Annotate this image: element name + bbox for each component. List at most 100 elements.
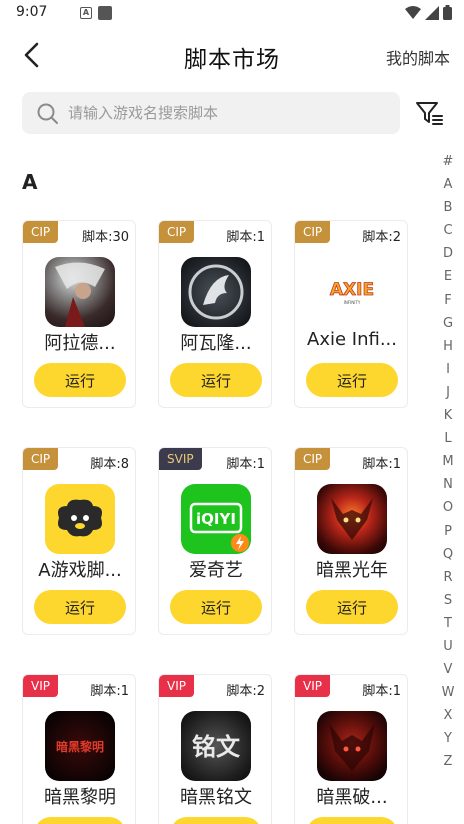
membership-badge: VIP <box>23 675 58 697</box>
script-count: 脚本:2 <box>362 230 401 245</box>
membership-badge: CIP <box>23 448 59 470</box>
run-button[interactable]: 运行 <box>170 817 262 824</box>
sheep-icon <box>45 484 115 554</box>
filter-button[interactable] <box>414 98 444 128</box>
alphabet-index[interactable]: # A B C D E F G H I J K L M N O P Q R S T U V W X Y Z <box>437 150 459 774</box>
alphabet-index-letter[interactable]: T <box>437 612 459 635</box>
game-name: 阿拉德... <box>44 333 116 354</box>
arad-warrior-icon <box>45 257 115 327</box>
section-header-letter: A <box>22 170 38 194</box>
svg-text:INFINITY: INFINITY <box>344 300 361 305</box>
wifi-icon <box>405 5 421 19</box>
axie-logo-icon: AXIE INFINITY <box>317 257 387 327</box>
svg-text:暗黑黎明: 暗黑黎明 <box>56 739 104 754</box>
alphabet-index-letter[interactable]: O <box>437 496 459 519</box>
alphabet-index-letter[interactable]: M <box>437 450 459 473</box>
alphabet-index-letter[interactable]: W <box>437 681 459 704</box>
game-card[interactable]: CIP 脚本:30 阿拉德... 运行 <box>22 220 136 408</box>
game-card[interactable]: SVIP 脚本:1 iQIYI 爱奇艺 运行 <box>158 447 272 635</box>
alphabet-index-letter[interactable]: I <box>437 358 459 381</box>
header: 脚本市场 我的脚本 <box>0 32 464 78</box>
notification-square-icon <box>98 6 112 20</box>
svg-text:AXIE: AXIE <box>330 280 374 300</box>
alphabet-index-letter[interactable]: C <box>437 219 459 242</box>
alphabet-index-letter[interactable]: B <box>437 196 459 219</box>
alphabet-index-letter[interactable]: L <box>437 427 459 450</box>
alphabet-index-letter[interactable]: H <box>437 335 459 358</box>
demon-icon-2 <box>317 711 387 781</box>
filter-icon <box>416 102 443 125</box>
alphabet-index-letter[interactable]: K <box>437 404 459 427</box>
alphabet-index-letter[interactable]: F <box>437 289 459 312</box>
script-count: 脚本:1 <box>226 457 265 472</box>
svg-text:iQIYI: iQIYI <box>196 510 236 528</box>
game-name: 暗黑黎明 <box>44 787 116 808</box>
alphabet-index-letter[interactable]: Z <box>437 750 459 773</box>
alphabet-index-letter[interactable]: Q <box>437 543 459 566</box>
game-card[interactable]: CIP 脚本:1 暗黑光年 运行 <box>294 447 408 635</box>
alphabet-index-letter[interactable]: S <box>437 589 459 612</box>
status-icons <box>405 5 452 20</box>
run-button[interactable]: 运行 <box>34 363 126 397</box>
script-count: 脚本:30 <box>82 230 129 245</box>
script-count: 脚本:1 <box>362 684 401 699</box>
run-button[interactable]: 运行 <box>306 590 398 624</box>
alphabet-index-letter[interactable]: P <box>437 520 459 543</box>
back-button[interactable] <box>18 40 48 70</box>
alphabet-index-letter[interactable]: V <box>437 658 459 681</box>
alphabet-index-letter[interactable]: X <box>437 704 459 727</box>
game-card[interactable]: VIP 脚本:2 铭文 暗黑铭文 运行 <box>158 674 272 824</box>
game-name: 爱奇艺 <box>189 560 243 581</box>
alphabet-index-letter[interactable]: Y <box>437 727 459 750</box>
alphabet-index-letter[interactable]: U <box>437 635 459 658</box>
game-card[interactable]: CIP 脚本:2 AXIE INFINITY Axie Infi... 运行 <box>294 220 408 408</box>
game-card[interactable]: CIP 脚本:1 阿瓦隆... 运行 <box>158 220 272 408</box>
dark-dawn-icon: 暗黑黎明 <box>45 711 115 781</box>
game-name: 暗黑光年 <box>316 560 388 581</box>
avalon-dragon-icon <box>181 257 251 327</box>
game-name: Axie Infi... <box>307 329 397 350</box>
demon-icon <box>317 484 387 554</box>
run-button[interactable]: 运行 <box>170 363 262 397</box>
alphabet-index-letter[interactable]: E <box>437 265 459 288</box>
membership-badge: CIP <box>23 221 59 243</box>
script-count: 脚本:1 <box>90 684 129 699</box>
membership-badge: CIP <box>159 221 195 243</box>
script-count: 脚本:8 <box>90 457 129 472</box>
game-name: A游戏脚... <box>38 560 122 581</box>
status-time: 9:07 <box>16 4 48 20</box>
my-scripts-link[interactable]: 我的脚本 <box>386 45 450 69</box>
run-button[interactable]: 运行 <box>34 817 126 824</box>
membership-badge: CIP <box>295 448 331 470</box>
search-icon <box>36 102 60 130</box>
run-button[interactable]: 运行 <box>34 590 126 624</box>
chevron-left-icon <box>24 42 39 68</box>
script-count: 脚本:1 <box>226 230 265 245</box>
game-card[interactable]: VIP 脚本:1 暗黑黎明 暗黑黎明 运行 <box>22 674 136 824</box>
search-box <box>22 92 400 134</box>
inscription-icon: 铭文 <box>181 711 251 781</box>
alphabet-index-letter[interactable]: G <box>437 312 459 335</box>
game-card[interactable]: VIP 脚本:1 暗黑破... 运行 <box>294 674 408 824</box>
status-bar: 9:07 A <box>0 0 464 26</box>
alphabet-index-letter[interactable]: A <box>437 173 459 196</box>
alphabet-index-letter[interactable]: R <box>437 566 459 589</box>
signal-icon <box>425 5 439 20</box>
run-button[interactable]: 运行 <box>306 363 398 397</box>
alphabet-index-letter[interactable]: N <box>437 473 459 496</box>
notification-a-icon: A <box>80 7 92 19</box>
battery-icon <box>443 5 452 20</box>
run-button[interactable]: 运行 <box>306 817 398 824</box>
search-input[interactable] <box>68 92 388 134</box>
alphabet-index-letter[interactable]: J <box>437 381 459 404</box>
script-count: 脚本:1 <box>362 457 401 472</box>
game-name: 阿瓦隆... <box>180 333 252 354</box>
game-card[interactable]: CIP 脚本:8 A游戏脚... 运行 <box>22 447 136 635</box>
script-count: 脚本:2 <box>226 684 265 699</box>
game-name: 暗黑铭文 <box>180 787 252 808</box>
alphabet-index-letter[interactable]: # <box>437 150 459 173</box>
membership-badge: CIP <box>295 221 331 243</box>
alphabet-index-letter[interactable]: D <box>437 242 459 265</box>
run-button[interactable]: 运行 <box>170 590 262 624</box>
svg-text:铭文: 铭文 <box>192 732 241 761</box>
